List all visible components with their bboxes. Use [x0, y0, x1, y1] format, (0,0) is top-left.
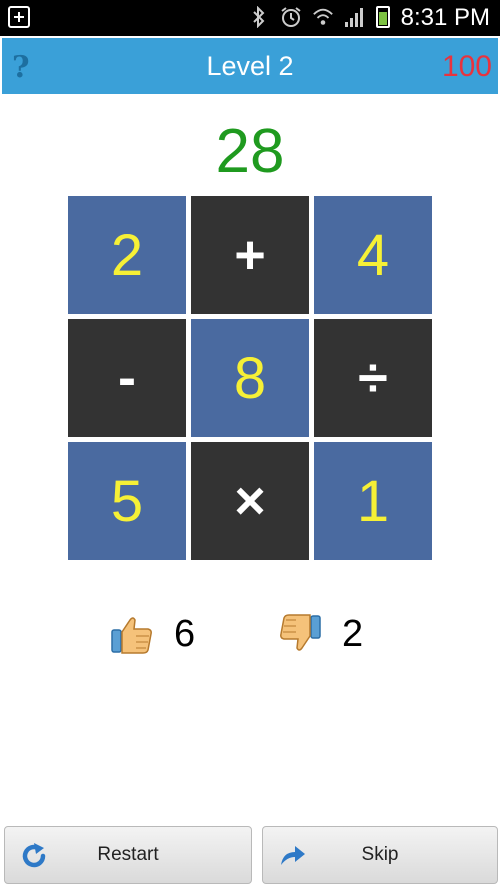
grid-tile[interactable]: 4	[314, 196, 432, 314]
grid-tile[interactable]: ×	[191, 442, 309, 560]
score-value: 100	[441, 50, 492, 83]
restart-label: Restart	[97, 844, 159, 865]
grid-tile[interactable]: 5	[68, 442, 186, 560]
level-title: Level 2	[206, 51, 294, 81]
thumbs-down-icon	[278, 612, 322, 656]
title-bar: ? Level 2 100	[2, 38, 498, 94]
grid-tile[interactable]: 1	[314, 442, 432, 560]
thumbs-up-count: 6	[174, 612, 196, 655]
grid-tile[interactable]: 2	[68, 196, 186, 314]
puzzle-grid: 2 + 4 - 8 ÷ 5 × 1	[68, 196, 432, 560]
battery-charging-icon	[376, 6, 390, 28]
grid-tile[interactable]: +	[191, 196, 309, 314]
status-icons	[248, 6, 390, 28]
signal-icon	[344, 6, 366, 28]
bluetooth-icon	[248, 6, 270, 28]
thumbs-down-counter: 2	[278, 612, 363, 656]
refresh-icon	[19, 841, 49, 871]
target-number: 28	[215, 117, 285, 186]
thumbs-down-count: 2	[342, 612, 364, 655]
skip-label: Skip	[361, 844, 399, 865]
grid-tile[interactable]: ÷	[314, 319, 432, 437]
restart-button[interactable]: Restart	[4, 826, 252, 884]
status-time: 8:31 PM	[400, 4, 490, 31]
alarm-icon	[280, 6, 302, 28]
thumbs-up-icon	[110, 612, 154, 656]
plus-box-icon	[8, 6, 30, 28]
status-bar: 8:31 PM	[0, 0, 500, 36]
grid-tile[interactable]: -	[68, 319, 186, 437]
forward-arrow-icon	[277, 841, 307, 871]
grid-tile[interactable]: 8	[191, 319, 309, 437]
skip-button[interactable]: Skip	[262, 826, 498, 884]
wifi-icon	[312, 6, 334, 28]
thumbs-up-counter: 6	[110, 612, 195, 656]
